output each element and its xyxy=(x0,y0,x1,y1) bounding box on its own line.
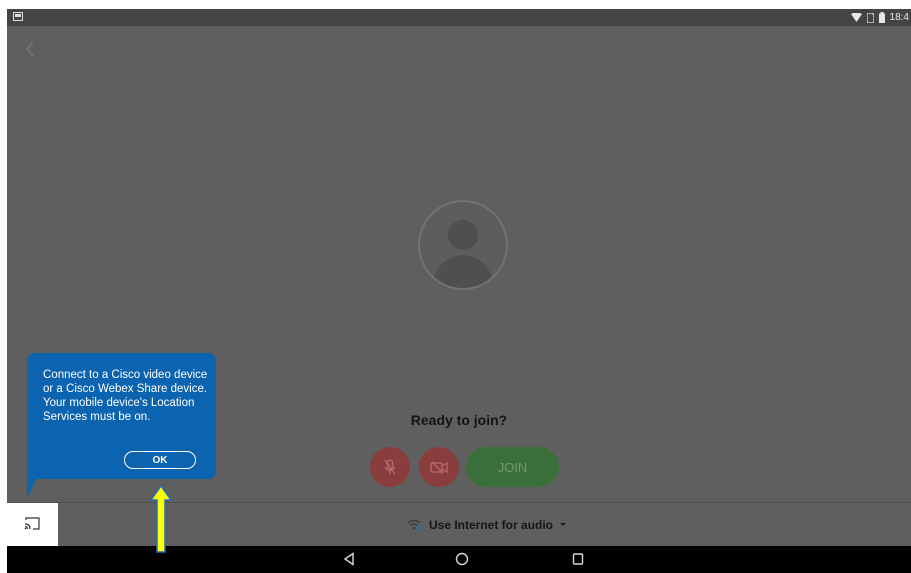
sim-icon xyxy=(866,12,874,23)
mic-off-icon xyxy=(384,459,396,475)
android-nav-bar xyxy=(7,546,911,573)
cast-button[interactable] xyxy=(7,503,58,546)
join-button[interactable]: JOIN xyxy=(466,447,559,487)
mute-mic-button[interactable] xyxy=(370,447,410,487)
audio-option-dropdown[interactable]: Use Internet for audio xyxy=(407,518,567,532)
highlight-arrow-icon xyxy=(149,485,173,553)
screenshot-icon xyxy=(13,12,23,21)
status-bar: 18:4 xyxy=(7,9,911,26)
cast-tooltip: Connect to a Cisco video device or a Cis… xyxy=(27,353,216,479)
tooltip-pointer xyxy=(27,476,38,498)
cast-icon xyxy=(24,517,40,530)
caret-down-icon xyxy=(560,523,567,526)
wifi-icon xyxy=(850,13,862,22)
person-icon xyxy=(418,200,508,290)
ok-button[interactable]: OK xyxy=(124,451,196,469)
chevron-left-icon[interactable] xyxy=(22,37,38,61)
audio-option-label: Use Internet for audio xyxy=(429,518,554,532)
wifi-audio-icon xyxy=(407,519,422,532)
battery-icon xyxy=(878,12,885,23)
stop-video-button[interactable] xyxy=(419,447,459,487)
tooltip-message: Connect to a Cisco video device or a Cis… xyxy=(43,369,208,423)
recents-square-icon[interactable] xyxy=(572,552,584,566)
status-icons: 18:4 xyxy=(850,10,909,25)
back-triangle-icon[interactable] xyxy=(343,552,355,566)
device-screen: 18:4 Ready to join? JOIN Use Internet fo… xyxy=(7,9,911,573)
status-time: 18:4 xyxy=(889,12,909,23)
video-off-icon xyxy=(430,461,448,474)
home-circle-icon[interactable] xyxy=(455,552,469,566)
